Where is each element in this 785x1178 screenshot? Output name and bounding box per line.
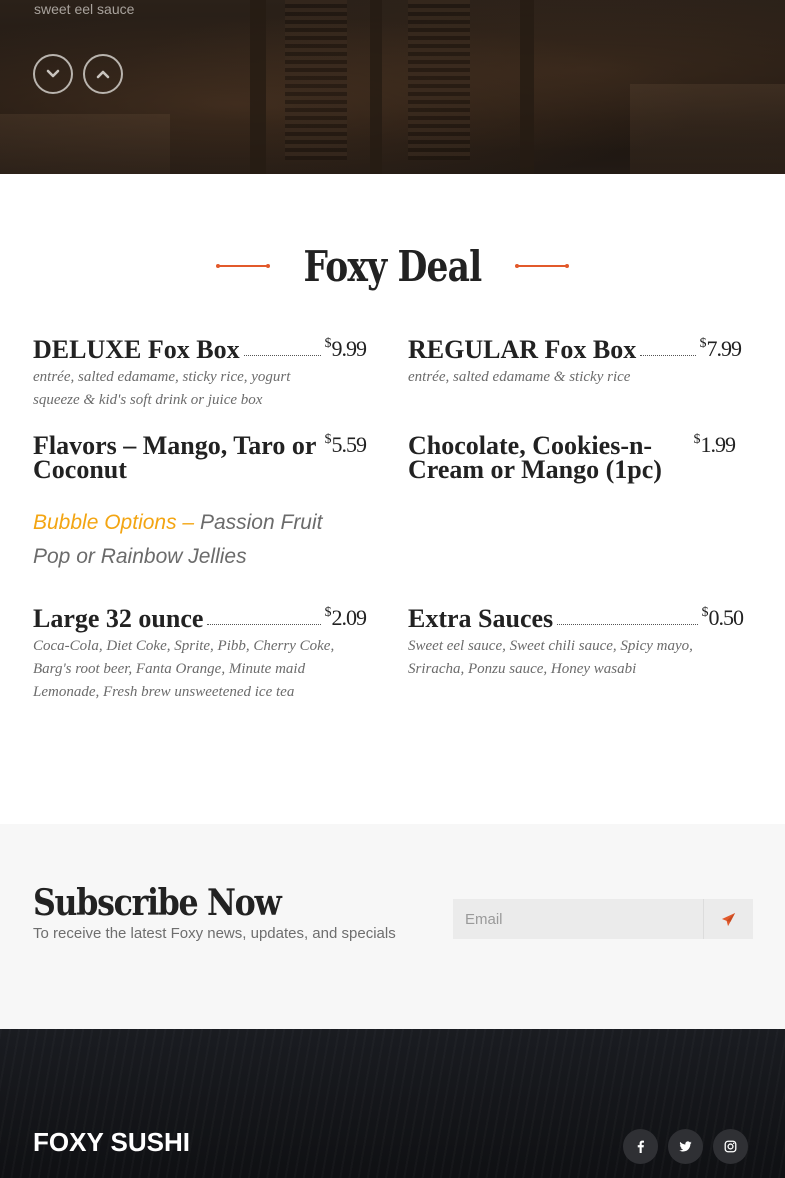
menu-item-header: Chocolate, Cookies-n-Cream or Mango (1pc… (408, 431, 741, 484)
menu-item-name: Large 32 ounce (33, 604, 204, 633)
footer-brand: FOXY SUSHI (33, 1127, 191, 1157)
hero-bg-shutter (408, 0, 470, 160)
twitter-icon (679, 1141, 692, 1152)
menu-item-header: Extra Sauces $0.50 (408, 604, 744, 633)
hero-bg-post (370, 0, 382, 174)
menu-item-dots (640, 355, 696, 356)
menu-item-description: Coca-Cola, Diet Coke, Sprite, Pibb, Cher… (33, 638, 335, 700)
currency-symbol: $ (324, 605, 332, 620)
bubble-options-label: Bubble Options – (33, 511, 195, 534)
site-footer: FOXY SUSHI (0, 1029, 785, 1178)
facebook-link[interactable] (623, 1129, 658, 1164)
price-value: 5.59 (331, 432, 367, 457)
scroll-up-button[interactable] (83, 54, 123, 94)
price-value: 1.99 (700, 432, 736, 457)
title-divider-right (514, 264, 569, 268)
menu-item: Flavors – Mango, Taro or Coconut $5.59 (33, 431, 367, 484)
currency-symbol: $ (701, 605, 709, 620)
hero-bg-seat (0, 114, 170, 174)
price-value: 0.50 (708, 605, 744, 630)
menu-item-name: REGULAR Fox Box (408, 335, 637, 364)
menu-item-price: $0.50 (702, 605, 744, 631)
menu-item-header: Large 32 ounce $2.09 (33, 604, 367, 633)
section-title-wrap: Foxy Deal (0, 236, 785, 296)
menu-item: DELUXE Fox Box $9.99 entrée, salted edam… (33, 335, 367, 412)
subscribe-title: Subscribe Now (33, 882, 282, 924)
menu-item-price: $1.99 (694, 432, 736, 482)
instagram-link[interactable] (713, 1129, 748, 1164)
hero-banner: sweet eel sauce (0, 0, 785, 174)
email-input[interactable] (453, 899, 703, 939)
scroll-down-button[interactable] (33, 54, 73, 94)
menu-item: REGULAR Fox Box $7.99 entrée, salted eda… (408, 335, 742, 389)
currency-symbol: $ (699, 336, 707, 351)
menu-item-header: Flavors – Mango, Taro or Coconut $5.59 (33, 431, 367, 484)
menu-item-price: $5.59 (325, 432, 367, 482)
section-title: Foxy Deal (303, 241, 483, 291)
subscribe-section: Subscribe Now To receive the latest Foxy… (0, 824, 785, 1029)
paper-plane-icon (721, 912, 736, 926)
subscribe-form (453, 899, 753, 939)
hero-bg-shutter (285, 0, 347, 160)
bubble-options: Bubble Options – Passion Fruit Pop or Ra… (33, 506, 333, 574)
hero-bg-seat (630, 84, 785, 174)
menu-item-dots (243, 355, 321, 356)
subscribe-text: To receive the latest Foxy news, updates… (33, 925, 396, 942)
currency-symbol: $ (693, 432, 701, 447)
menu-item-header: DELUXE Fox Box $9.99 (33, 335, 367, 364)
menu-item-price: $7.99 (700, 336, 742, 362)
menu-item-dots (557, 624, 698, 625)
menu-item-header: REGULAR Fox Box $7.99 (408, 335, 742, 364)
price-value: 9.99 (331, 336, 367, 361)
menu-item-description: entrée, salted edamame, sticky rice, yog… (33, 369, 291, 408)
menu-item-dots (207, 624, 321, 625)
menu-item-description: entrée, salted edamame & sticky rice (408, 369, 631, 385)
hero-caption: sweet eel sauce (34, 1, 135, 17)
twitter-link[interactable] (668, 1129, 703, 1164)
hero-bg-post (250, 0, 266, 174)
hero-bg-post (520, 0, 534, 174)
menu-item-name: Chocolate, Cookies-n-Cream or Mango (1pc… (408, 431, 662, 484)
title-divider-left (216, 264, 271, 268)
currency-symbol: $ (324, 336, 332, 351)
menu-item-name: Extra Sauces (408, 604, 554, 633)
chevron-up-icon (96, 70, 110, 79)
menu-item-name: Flavors – Mango, Taro or Coconut (33, 431, 316, 484)
price-value: 7.99 (706, 336, 742, 361)
menu-item: Large 32 ounce $2.09 Coca-Cola, Diet Cok… (33, 604, 367, 704)
chevron-down-icon (46, 69, 60, 78)
menu-item: Chocolate, Cookies-n-Cream or Mango (1pc… (408, 431, 741, 484)
facebook-icon (637, 1140, 644, 1153)
currency-symbol: $ (324, 432, 332, 447)
menu-item-price: $9.99 (325, 336, 367, 362)
menu-item-description: Sweet eel sauce, Sweet chili sauce, Spic… (408, 638, 693, 677)
instagram-icon (724, 1140, 737, 1153)
menu-item-price: $2.09 (325, 605, 367, 631)
subscribe-submit-button[interactable] (703, 899, 753, 939)
menu-item-name: DELUXE Fox Box (33, 335, 240, 364)
price-value: 2.09 (331, 605, 367, 630)
menu-item: Extra Sauces $0.50 Sweet eel sauce, Swee… (408, 604, 744, 681)
